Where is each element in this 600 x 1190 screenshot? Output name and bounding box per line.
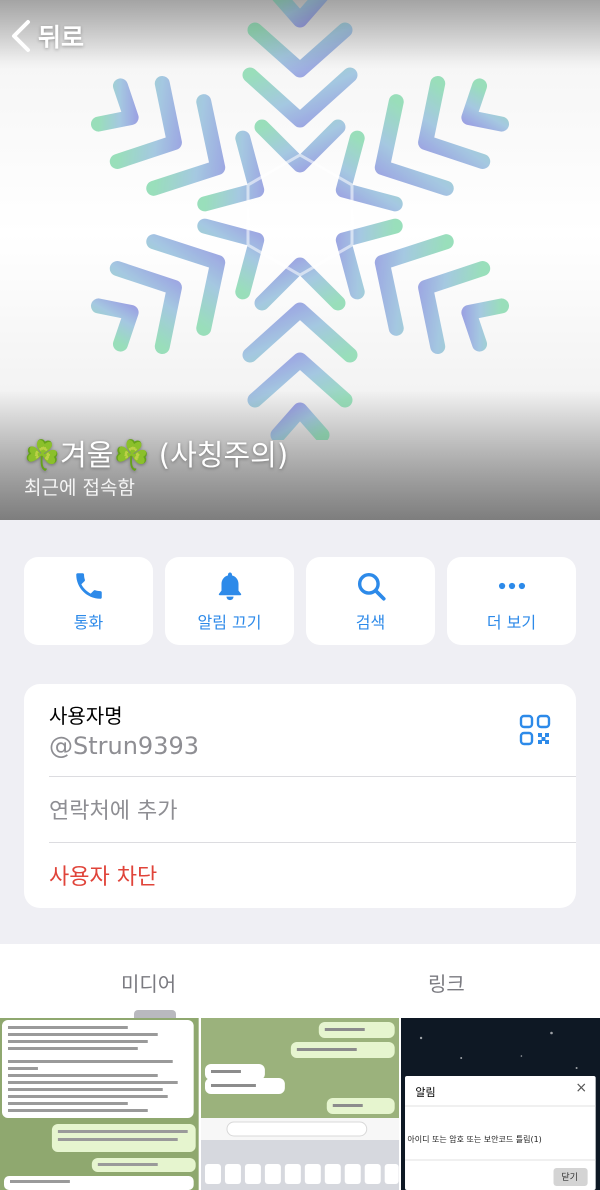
tab-indicator xyxy=(134,1010,176,1018)
chat-screenshot-image xyxy=(0,1018,199,1190)
alert-dialog-message: 아이디 또는 암호 또는 보안코드 틀림(1) xyxy=(407,1135,542,1144)
qr-code-icon[interactable] xyxy=(518,713,552,747)
more-label: 더 보기 xyxy=(486,613,537,632)
close-icon: × xyxy=(575,1080,588,1096)
search-button[interactable]: 검색 xyxy=(306,557,435,645)
search-label: 검색 xyxy=(355,613,386,632)
alert-dialog-title: 알림 xyxy=(415,1086,436,1099)
block-user-label: 사용자 차단 xyxy=(49,865,158,890)
media-thumbnail[interactable]: 알림 × 아이디 또는 암호 또는 보안코드 틀림(1) 닫기 xyxy=(401,1018,600,1190)
block-user-row[interactable]: 사용자 차단 xyxy=(24,842,576,908)
search-icon xyxy=(357,572,386,601)
last-seen-status: 최근에 접속함 xyxy=(24,477,135,499)
back-label: 뒤로 xyxy=(38,23,85,52)
mute-label: 알림 끄기 xyxy=(197,613,262,632)
media-thumbnail[interactable] xyxy=(0,1018,199,1190)
profile-header: 뒤로 ☘️겨울☘️ (사칭주의) 최근에 접속함 xyxy=(0,0,600,520)
mute-button[interactable]: 알림 끄기 xyxy=(165,557,294,645)
chat-screenshot-image xyxy=(200,1018,400,1190)
media-grid: 알림 × 아이디 또는 암호 또는 보안코드 틀림(1) 닫기 xyxy=(0,1018,600,1190)
add-contact-row[interactable]: 연락처에 추가 xyxy=(24,776,576,842)
alert-screenshot-image xyxy=(401,1018,600,1190)
back-button[interactable]: 뒤로 xyxy=(10,18,84,54)
username-label: 사용자명 xyxy=(49,704,123,728)
tab-links[interactable]: 링크 xyxy=(428,968,465,997)
bell-icon xyxy=(218,572,241,601)
chevron-left-icon xyxy=(12,20,30,52)
call-button[interactable]: 통화 xyxy=(24,557,153,645)
add-contact-label: 연락처에 추가 xyxy=(49,799,178,824)
profile-name: ☘️겨울☘️ (사칭주의) xyxy=(24,438,289,472)
alert-close-button: 닫기 xyxy=(561,1173,578,1183)
more-button[interactable]: 더 보기 xyxy=(447,557,576,645)
shared-content-tabs: 미디어 링크 xyxy=(0,944,600,1018)
username-row[interactable]: 사용자명 @Strun9393 xyxy=(24,684,576,776)
info-card: 사용자명 @Strun9393 연락처에 추가 사용자 차단 xyxy=(24,684,576,908)
more-icon xyxy=(498,582,525,590)
username-value: @Strun9393 xyxy=(49,732,200,760)
tab-media[interactable]: 미디어 xyxy=(121,968,176,997)
action-bar: 통화 알림 끄기 검색 더 보기 xyxy=(24,557,576,645)
phone-icon xyxy=(75,573,102,599)
media-thumbnail[interactable] xyxy=(200,1018,400,1190)
call-label: 통화 xyxy=(73,613,104,632)
